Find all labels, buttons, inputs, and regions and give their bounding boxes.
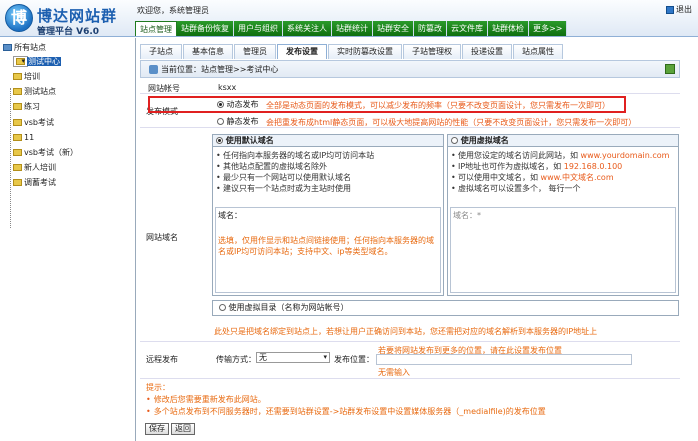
menu-security[interactable]: 站群安全 [373,21,414,36]
tree-item-1[interactable]: 培训 [13,71,40,83]
menu-health[interactable]: 站群体检 [488,21,529,36]
virtual-domain-box: 使用虚拟域名 使用您设定的域名访问此网站，如 www.yourdomain.co… [447,134,679,296]
menu-stats[interactable]: 站群统计 [332,21,373,36]
remote-label: 远程发布 [146,355,178,364]
virtual-dir-box[interactable]: 使用虚拟目录（名称为网站帐号） [212,300,679,316]
menu-more[interactable]: 更多>> [529,21,568,36]
logout-button[interactable]: 退出 [666,4,692,15]
domain-label: 网站域名 [146,233,178,242]
tab-publish-settings[interactable]: 发布设置 [277,44,327,59]
default-domain-box: 使用默认域名 任何指向本服务器的域名或IP均可访问本站 其他站点配置的虚拟域名除… [212,134,444,296]
logo-title: 博达网站群 [37,7,118,25]
virtual-domain-radio[interactable] [451,137,458,144]
folder-icon [16,58,25,65]
static-radio[interactable] [217,118,224,125]
folder-icon [13,88,22,95]
logo-mark: 博 [5,4,33,32]
domain-field-label: 域名： [218,211,242,220]
tab-basic-info[interactable]: 基本信息 [183,44,233,59]
list-item: 使用您设定的域名访问此网站，如 www.yourdomain.com [448,150,678,161]
tab-admins[interactable]: 管理员 [234,44,276,59]
folder-icon [13,149,22,156]
tree-item-3[interactable]: 练习 [13,101,40,113]
tree-item-2[interactable]: 测试站点 [13,86,56,98]
account-label: 网站帐号 [148,84,180,93]
transfer-select[interactable]: 无 [256,352,330,363]
logout-icon [666,5,674,14]
folder-icon [13,179,22,186]
tree-item-7[interactable]: 新人培训 [13,162,56,174]
list-item: 虚拟域名可以设置多个， 每行一个 [448,183,678,194]
position-label: 发布位置： [334,355,374,364]
welcome-text: 欢迎您，系统管理员 [137,6,209,15]
default-domain-header[interactable]: 使用默认域名 [213,135,443,147]
virtual-domain-textarea[interactable]: 域名：* [450,207,676,293]
virtual-domain-header[interactable]: 使用虚拟域名 [448,135,678,147]
tip-item: • 多个站点发布到不同服务器时，还需要到站群设置->站群发布设置中设置媒体服务器（… [146,407,546,416]
menu-site-management[interactable]: 站点管理 [135,21,177,36]
folder-icon [13,103,22,110]
list-item: IP地址也可作为虚拟域名，如 192.168.0.100 [448,161,678,172]
domain-footer: 此处只是把域名绑定到站点上，若想让用户正确访问到本站，您还需把对应的域名解析到本… [214,327,598,336]
no-input-hint: 无需输入 [378,368,410,377]
tab-tamper-settings[interactable]: 实时防篡改设置 [328,44,402,59]
tab-subsites[interactable]: 子站点 [140,44,182,59]
dynamic-publish-option[interactable]: 动态发布 [217,99,259,110]
breadcrumb: 当前位置：站点管理>>考试中心 [140,60,680,78]
location-icon [149,65,158,74]
domain-textarea[interactable]: 域名： 选填，仅用作显示和站点间链接使用；任何指向本服务器的域名或IP均可访问本… [215,207,441,293]
menu-tamper[interactable]: 防篡改 [414,21,447,36]
domain-note: 选填，仅用作显示和站点间链接使用；任何指向本服务器的域名或IP均可访问本站；支持… [218,236,434,256]
list-item: 任何指向本服务器的域名或IP均可访问本站 [213,150,443,161]
tip-item: • 修改后您需要重新发布此网站。 [146,395,266,404]
logo-subtitle: 管理平台 V6.0 [37,27,100,37]
menu-backup[interactable]: 站群备份恢复 [177,21,234,36]
app-header: 博 博达网站群 管理平台 V6.0 欢迎您，系统管理员 退出 站点管理 站群备份… [0,0,698,37]
position-input[interactable] [376,354,632,365]
sidebar: 所有站点 测试中心 培训 测试站点 练习 vsb考试 11 vsb考试（新） 新… [0,38,136,441]
folder-icon [13,164,22,171]
dynamic-radio[interactable] [217,101,224,108]
computer-icon [3,44,12,51]
folder-icon [13,119,22,126]
list-item: 最少只有一个网站可以使用默认域名 [213,172,443,183]
list-item: 建议只有一个站点时或为主站时使用 [213,183,443,194]
tree-line [10,88,11,228]
transfer-label: 传输方式： [216,355,256,364]
tab-site-props[interactable]: 站点属性 [513,44,563,59]
folder-icon [13,73,22,80]
tree-item-8[interactable]: 调蓄考试 [13,177,56,189]
list-item: 可以使用中文域名，如 www.中文域名.com [448,172,678,183]
tab-bar: 子站点 基本信息 管理员 发布设置 实时防篡改设置 子站管理权 投递设置 站点属… [140,44,564,59]
list-item: 其他站点配置的虚拟域名除外 [213,161,443,172]
tree-item-5[interactable]: 11 [13,132,34,144]
virtual-dir-radio[interactable] [219,304,226,311]
virtual-field-label: 域名：* [453,211,481,220]
tab-delivery[interactable]: 投递设置 [462,44,512,59]
tree-item-4[interactable]: vsb考试 [13,117,54,129]
folder-icon [13,134,22,141]
tab-subsite-rights[interactable]: 子站管理权 [403,44,461,59]
menu-users[interactable]: 用户与组织 [234,21,283,36]
menu-cloud-files[interactable]: 云文件库 [447,21,488,36]
tree-item-0[interactable]: 测试中心 [13,56,61,67]
dynamic-desc: 全部是动态页面的发布模式，可以减少发布的频率（只要不改变页面设计，您只需发布一次… [266,101,610,110]
account-value: ksxx [218,83,237,92]
static-desc: 会把重发布成html静态页面，可以极大地提高网站的性能（只要不改变页面设计，您只… [266,118,637,127]
tree-root[interactable]: 所有站点 [3,42,46,54]
save-button[interactable]: 保存 [145,423,169,435]
up-level-icon[interactable] [665,64,675,74]
tree-item-6[interactable]: vsb考试（新） [13,147,78,159]
logo: 博 博达网站群 管理平台 V6.0 [3,2,133,37]
back-button[interactable]: 返回 [171,423,195,435]
top-menu: 站点管理 站群备份恢复 用户与组织 系统关注人 站群统计 站群安全 防篡改 云文… [135,21,568,36]
default-domain-radio[interactable] [216,137,223,144]
tips-title: 提示： [146,383,170,392]
menu-watchers[interactable]: 系统关注人 [283,21,332,36]
static-publish-option[interactable]: 静态发布 [217,116,259,127]
